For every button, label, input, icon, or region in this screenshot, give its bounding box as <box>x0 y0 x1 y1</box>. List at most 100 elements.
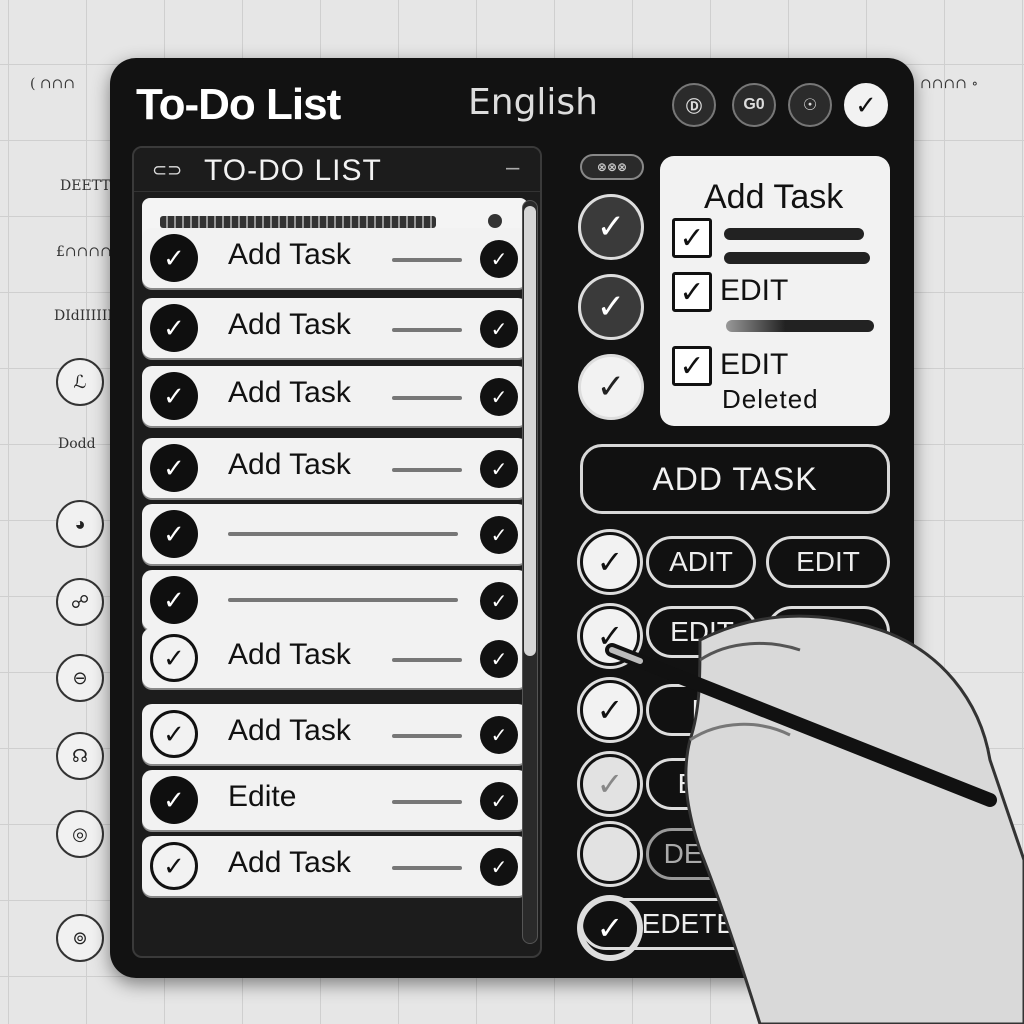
task-label: Add Task <box>228 448 351 481</box>
task-done-icon[interactable]: ✓ <box>480 716 518 754</box>
search-icon[interactable] <box>488 214 502 228</box>
task-done-icon[interactable]: ✓ <box>480 450 518 488</box>
task-done-icon[interactable]: ✓ <box>480 848 518 886</box>
task-complete-checkbox[interactable]: ✓ <box>150 776 198 824</box>
task-text-line <box>392 658 462 662</box>
card-deleted-label: Deleted <box>722 384 819 414</box>
task-row[interactable]: ✓ Edite ✓ <box>142 770 528 830</box>
task-text-line <box>392 800 462 804</box>
task-label: Add Task <box>228 714 351 747</box>
task-done-icon[interactable]: ✓ <box>480 240 518 278</box>
card-checkbox-1[interactable]: ✓ <box>672 218 712 258</box>
action-pill[interactable] <box>766 606 890 658</box>
task-complete-checkbox[interactable]: ✓ <box>150 510 198 558</box>
action-check-5[interactable] <box>580 824 640 884</box>
complete-toggle-2[interactable]: ✓ <box>578 274 644 340</box>
card-checkbox-2[interactable]: ✓ <box>672 272 712 312</box>
top-chip[interactable]: ⊗⊗⊗ <box>580 154 644 180</box>
action-pill[interactable]: ADIT <box>646 536 756 588</box>
task-complete-checkbox[interactable]: ✓ <box>150 576 198 624</box>
task-text-line <box>228 532 458 536</box>
action-check-3[interactable]: ✓ <box>580 680 640 740</box>
language-selector[interactable]: English <box>468 82 598 123</box>
card-edit-label: EDIT <box>720 274 789 307</box>
task-done-icon[interactable]: ✓ <box>480 378 518 416</box>
header-button-1[interactable]: Ⓓ <box>672 83 716 127</box>
card-edit-label: EDIT <box>720 348 789 381</box>
task-text-line <box>392 258 462 262</box>
task-row[interactable]: ✓ Add Task ✓ <box>142 438 528 498</box>
task-label: Add Task <box>228 308 351 341</box>
app-title: To-Do List <box>136 80 341 129</box>
task-text-line <box>392 328 462 332</box>
background-icon: ⊖ <box>56 654 104 702</box>
background-icon: ◕ <box>56 500 104 548</box>
task-done-icon[interactable]: ✓ <box>480 640 518 678</box>
edit-button[interactable]: EDIT <box>646 606 758 658</box>
background-label: ∩∩∩∩ ∘ <box>920 76 979 92</box>
card-text-bar <box>724 228 864 240</box>
background-icon: ◎ <box>56 810 104 858</box>
background-label: ( ∩∩∩ <box>30 76 76 92</box>
action-check-1[interactable]: ✓ <box>580 532 640 592</box>
task-row[interactable]: ✓ Add Task ✓ <box>142 628 528 688</box>
task-label: Add Task <box>228 376 351 409</box>
delete-button[interactable]: EDETE <box>580 898 760 950</box>
card-checkbox-3[interactable]: ✓ <box>672 346 712 386</box>
task-complete-checkbox[interactable]: ✓ <box>150 234 198 282</box>
search-placeholder <box>160 216 436 228</box>
minimize-icon[interactable]: – <box>506 154 519 182</box>
task-row[interactable]: ✓ Add Task ✓ <box>142 704 528 764</box>
task-complete-checkbox[interactable]: ✓ <box>150 372 198 420</box>
task-done-icon[interactable]: ✓ <box>480 782 518 820</box>
edit-button[interactable]: EDI <box>646 758 756 810</box>
list-header: ⊂⊃ TO-DO LIST – <box>134 148 540 192</box>
background-label: £∩∩∩∩ <box>56 244 112 260</box>
action-check-4[interactable]: ✓ <box>580 754 640 814</box>
task-text-line <box>392 468 462 472</box>
card-text-bar <box>726 320 874 332</box>
task-text-line <box>392 396 462 400</box>
task-row[interactable]: ✓ ✓ <box>142 570 528 630</box>
task-row[interactable]: ✓ Add Task ✓ <box>142 298 528 358</box>
task-row[interactable]: ✓ Add Task ✓ <box>142 228 528 288</box>
header-button-2[interactable]: G0 <box>732 83 776 127</box>
task-complete-checkbox[interactable]: ✓ <box>150 842 198 890</box>
task-row[interactable]: ✓ Add Task ✓ <box>142 836 528 896</box>
task-detail-card: Add Task ✓ ✓ EDIT ✓ EDIT Deleted <box>660 156 890 426</box>
task-label: Edite <box>228 780 297 813</box>
card-heading: Add Task <box>704 178 844 216</box>
todo-app-window: To-Do List English Ⓓ G0 ☉ ✓ ⊂⊃ TO-DO LIS… <box>110 58 914 978</box>
task-complete-checkbox[interactable]: ✓ <box>150 634 198 682</box>
task-text-line <box>228 598 458 602</box>
background-icon: ☊ <box>56 732 104 780</box>
list-scrollbar-thumb[interactable] <box>524 206 536 656</box>
task-label: Add Task <box>228 846 351 879</box>
list-title: TO-DO LIST <box>204 154 382 187</box>
task-done-icon[interactable]: ✓ <box>480 582 518 620</box>
task-complete-checkbox[interactable]: ✓ <box>150 710 198 758</box>
background-icon: ℒ <box>56 358 104 406</box>
confirm-button[interactable]: ✓ <box>844 83 888 127</box>
task-done-icon[interactable]: ✓ <box>480 310 518 348</box>
card-text-bar <box>724 252 870 264</box>
task-complete-checkbox[interactable]: ✓ <box>150 304 198 352</box>
list-menu-icon[interactable]: ⊂⊃ <box>152 160 182 181</box>
task-done-icon[interactable]: ✓ <box>480 516 518 554</box>
action-check-2[interactable]: ✓ <box>580 606 640 666</box>
complete-toggle-3[interactable]: ✓ <box>578 354 644 420</box>
delete-button[interactable]: DEET <box>646 828 756 880</box>
task-label: Add Task <box>228 638 351 671</box>
background-label: DIdIIIIID <box>54 308 119 324</box>
task-row[interactable]: ✓ Add Task ✓ <box>142 366 528 426</box>
task-label: Add Task <box>228 238 351 271</box>
add-task-button[interactable]: ADD TASK <box>580 444 890 514</box>
complete-toggle-1[interactable]: ✓ <box>578 194 644 260</box>
task-row[interactable]: ✓ ✓ <box>142 504 528 564</box>
todo-list-panel: ⊂⊃ TO-DO LIST – ✓ Add Task ✓ ✓ Add Task ✓ ✓ Add… <box>132 146 542 958</box>
task-complete-checkbox[interactable]: ✓ <box>150 444 198 492</box>
header-button-3[interactable]: ☉ <box>788 83 832 127</box>
task-text-line <box>392 866 462 870</box>
edit-button[interactable]: EDIT <box>766 536 890 588</box>
edit-button[interactable]: E <box>646 684 756 736</box>
